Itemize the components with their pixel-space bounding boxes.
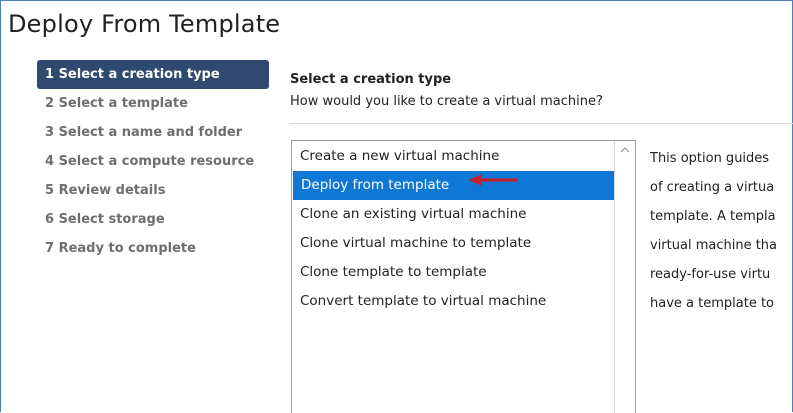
description-line: ready-for-use virtu [650, 267, 771, 282]
content-header: Select a creation type How would you lik… [290, 70, 603, 109]
list-scrollbar[interactable] [614, 141, 635, 413]
description-line: of creating a virtua [650, 180, 775, 195]
step-ready-to-complete[interactable]: 7 Ready to complete [37, 234, 269, 263]
option-clone-template-to-template[interactable]: Clone template to template [292, 258, 614, 287]
step-select-creation-type[interactable]: 1 Select a creation type [37, 60, 269, 89]
option-convert-template-to-vm[interactable]: Convert template to virtual machine [292, 287, 614, 316]
description-line: have a template to [650, 296, 774, 311]
option-description: This option guides of creating a virtua … [650, 144, 793, 318]
description-line: This option guides [650, 151, 770, 166]
chevron-up-icon[interactable] [615, 141, 635, 157]
option-clone-vm-to-template[interactable]: Clone virtual machine to template [292, 229, 614, 258]
creation-type-list[interactable]: Create a new virtual machine Deploy from… [291, 140, 636, 413]
step-select-compute-resource[interactable]: 4 Select a compute resource [37, 147, 269, 176]
description-line: template. A templa [650, 209, 776, 224]
step-select-template[interactable]: 2 Select a template [37, 89, 269, 118]
dialog-title: Deploy From Template [8, 10, 281, 38]
step-select-name-folder[interactable]: 3 Select a name and folder [37, 118, 269, 147]
option-create-new-vm[interactable]: Create a new virtual machine [292, 142, 614, 171]
step-review-details[interactable]: 5 Review details [37, 176, 269, 205]
content-title: Select a creation type [290, 72, 452, 87]
step-select-storage[interactable]: 6 Select storage [37, 205, 269, 234]
description-line: virtual machine tha [650, 238, 777, 253]
red-arrow-icon [468, 174, 518, 186]
option-clone-existing-vm[interactable]: Clone an existing virtual machine [292, 200, 614, 229]
content-question: How would you like to create a virtual m… [290, 94, 603, 109]
option-deploy-from-template[interactable]: Deploy from template [293, 171, 614, 200]
header-divider [290, 123, 793, 124]
wizard-steps: 1 Select a creation type 2 Select a temp… [37, 60, 269, 263]
